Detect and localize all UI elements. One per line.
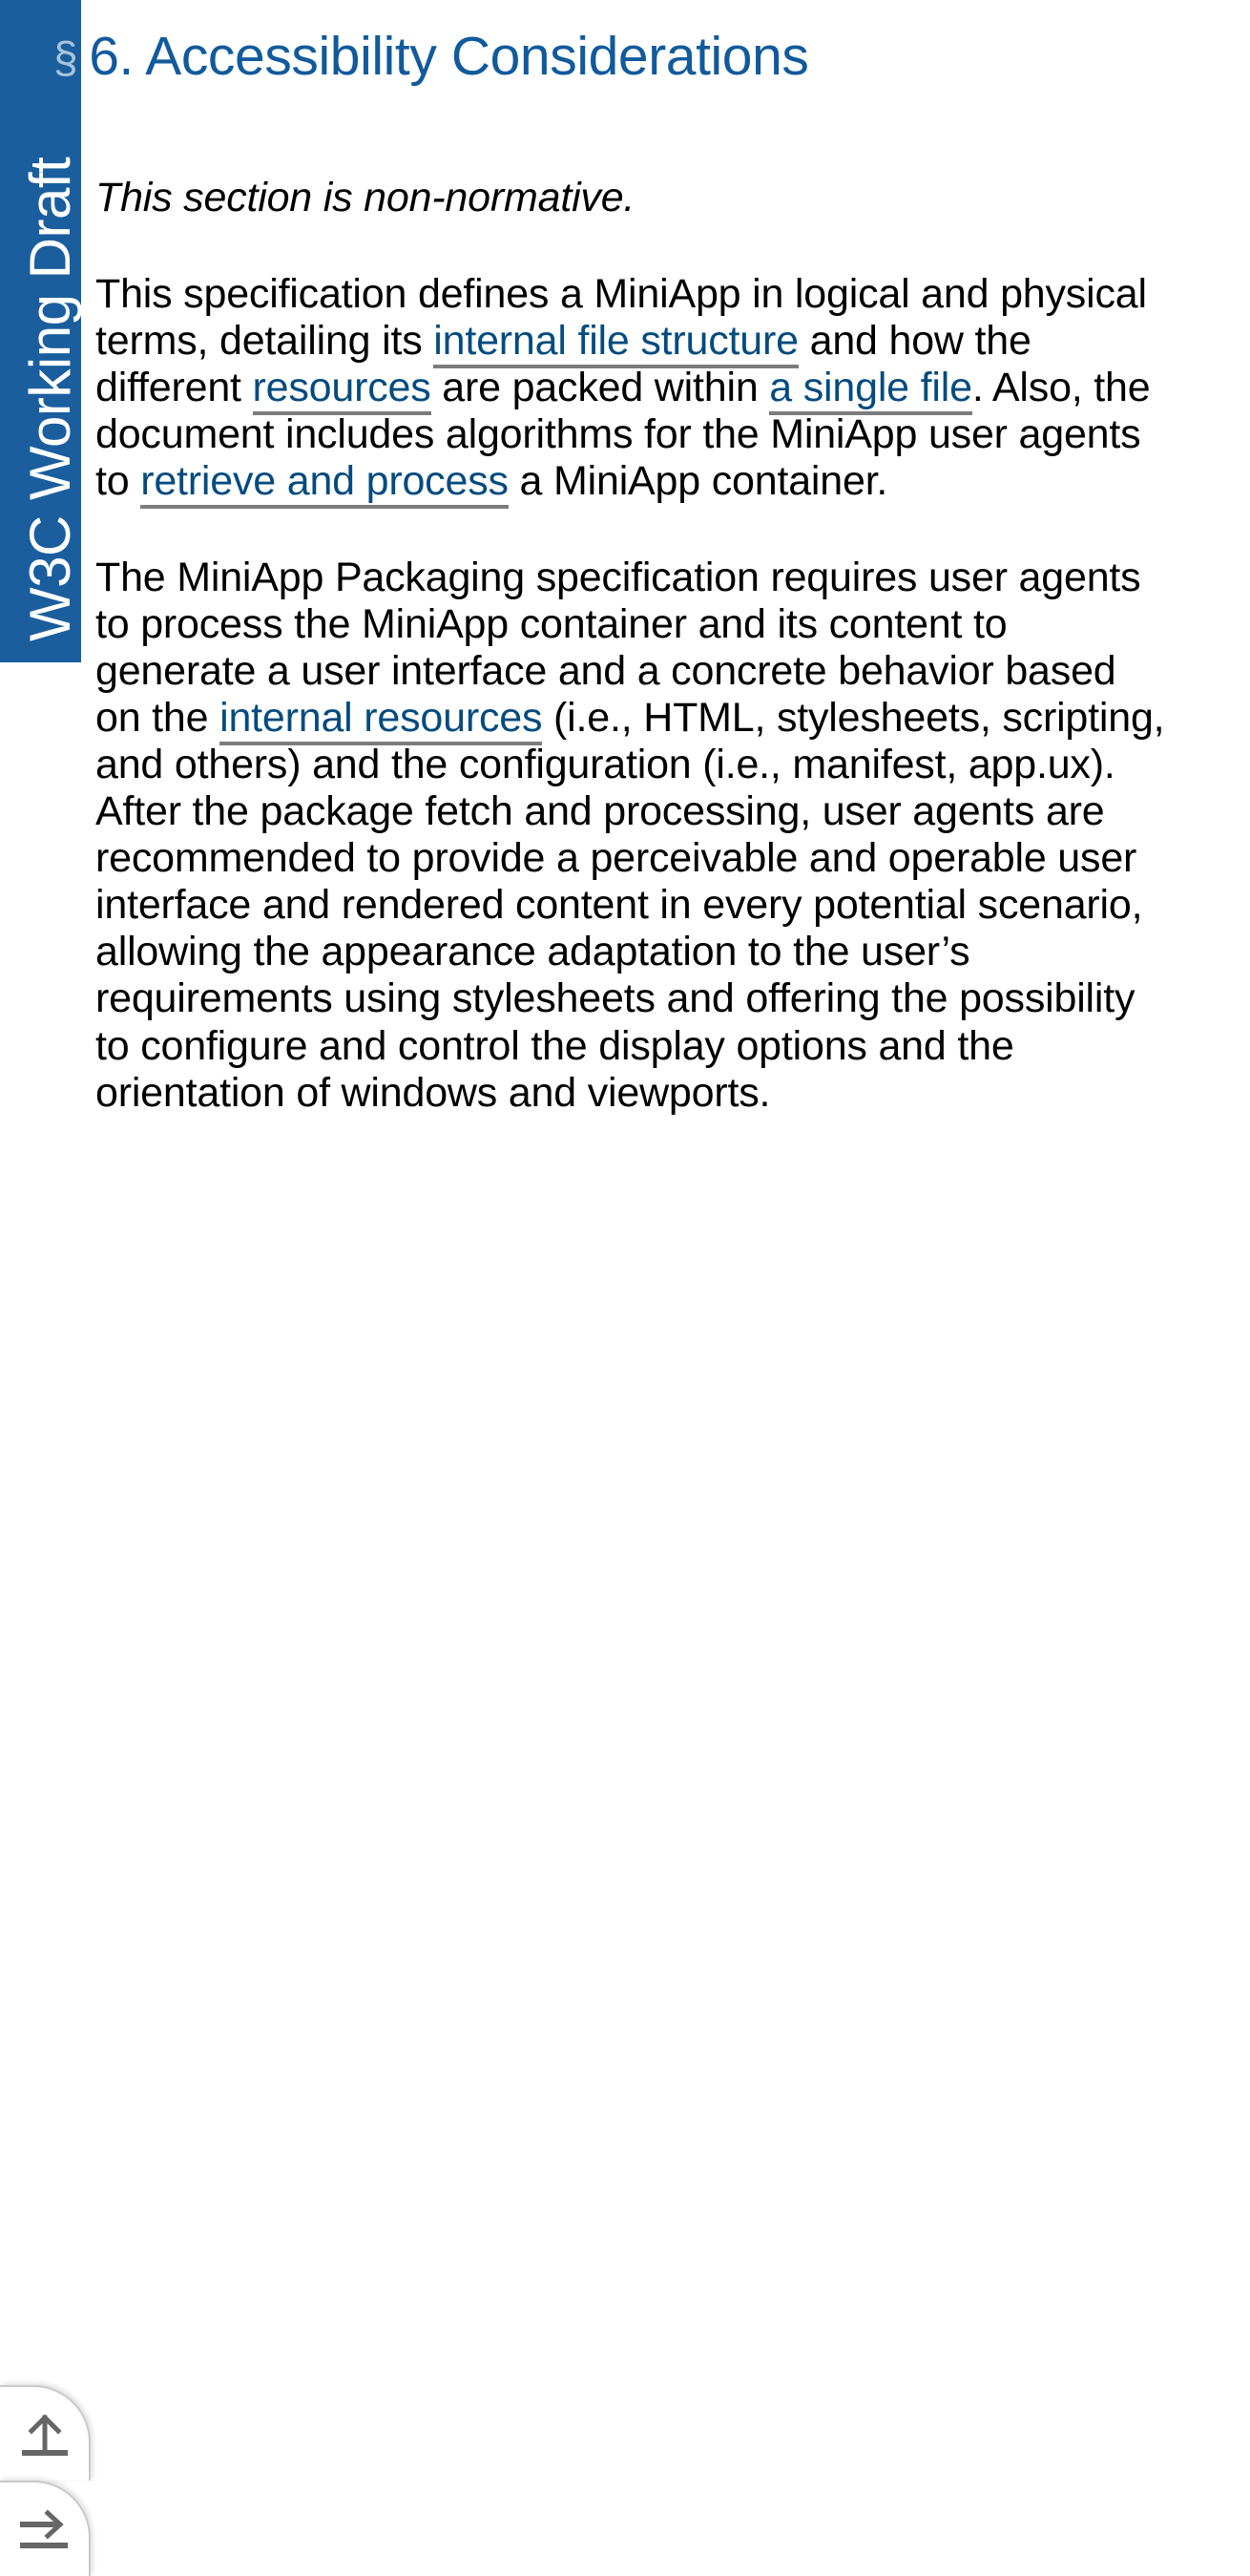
section-heading-text: 6. Accessibility Considerations bbox=[89, 26, 809, 87]
intro-seg-3: are packed within bbox=[430, 365, 770, 411]
intro-seg-5: a MiniApp container. bbox=[508, 458, 888, 505]
document-content: § 6. Accessibility Considerations This se… bbox=[53, 0, 1166, 1117]
link-a-single-file[interactable]: a single file bbox=[769, 365, 972, 416]
back-to-top-button[interactable] bbox=[0, 2385, 91, 2481]
arrow-right-to-line-icon bbox=[17, 2502, 73, 2557]
document-main: § 6. Accessibility Considerations This se… bbox=[0, 0, 1250, 1117]
next-section-button[interactable] bbox=[0, 2481, 91, 2576]
non-normative-text: This section is non-normative. bbox=[95, 175, 635, 221]
page-title: § 6. Accessibility Considerations bbox=[53, 0, 1166, 89]
section-sign-icon[interactable]: § bbox=[53, 32, 89, 82]
floating-nav bbox=[0, 2385, 91, 2576]
packaging-seg-2: (i.e., HTML, stylesheets, scripting, and… bbox=[95, 695, 1165, 1116]
link-internal-file-structure[interactable]: internal file structure bbox=[433, 318, 799, 369]
link-retrieve-and-process[interactable]: retrieve and process bbox=[140, 458, 509, 510]
arrow-up-to-line-icon bbox=[17, 2406, 73, 2461]
paragraph-intro: This specification defines a MiniApp in … bbox=[95, 271, 1166, 510]
non-normative-note: This section is non-normative. bbox=[95, 175, 1166, 221]
link-resources[interactable]: resources bbox=[252, 365, 431, 416]
paragraph-packaging: The MiniApp Packaging specification requ… bbox=[95, 555, 1166, 1116]
link-internal-resources[interactable]: internal resources bbox=[219, 695, 542, 746]
